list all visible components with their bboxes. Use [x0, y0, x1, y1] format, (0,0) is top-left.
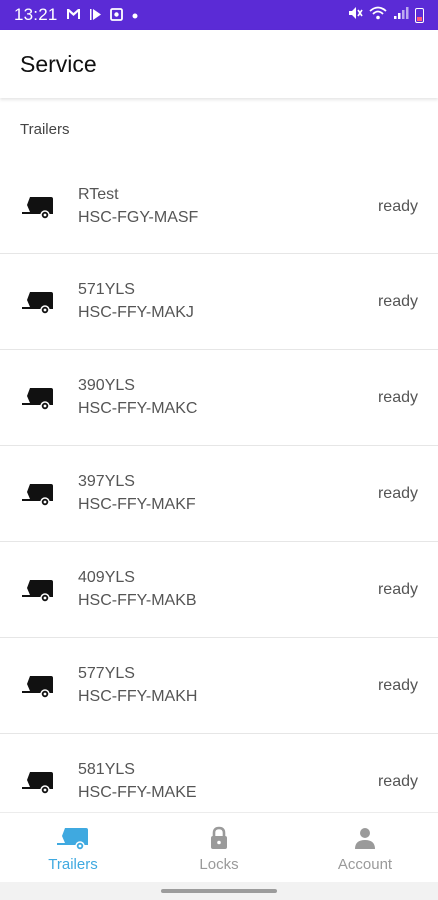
trailer-text: 397YLS HSC-FFY-MAKF — [78, 473, 378, 514]
tab-label: Locks — [199, 856, 239, 873]
trailer-list: RTest HSC-FGY-MASF ready 571YLS HSC-FFY-… — [0, 160, 438, 812]
trailer-icon — [20, 575, 56, 605]
play-icon — [89, 8, 102, 23]
trailer-status: ready — [377, 484, 418, 502]
photo-icon — [109, 7, 123, 23]
trailer-icon — [20, 671, 56, 701]
tab-locks[interactable]: Locks — [146, 813, 292, 882]
person-icon — [354, 825, 376, 851]
app-bar: Service — [0, 30, 438, 98]
trailer-status: ready — [377, 388, 418, 406]
trailer-name: 397YLS — [78, 473, 135, 490]
trailer-name: 409YLS — [78, 569, 135, 586]
trailer-code: HSC-FFY-MAKF — [78, 496, 196, 513]
wifi-icon — [369, 5, 387, 25]
trailer-icon — [20, 767, 56, 797]
trailer-code: HSC-FFY-MAKB — [78, 592, 197, 609]
trailer-row[interactable]: 397YLS HSC-FFY-MAKF ready — [0, 446, 438, 542]
tab-label: Account — [337, 856, 393, 873]
bottom-navigation: Trailers Locks Account — [0, 812, 438, 882]
trailer-status: ready — [377, 580, 418, 598]
trailer-name: RTest — [78, 186, 119, 203]
tab-trailers[interactable]: Trailers — [0, 813, 146, 882]
trailer-status: ready — [377, 772, 418, 790]
home-gesture-bar[interactable] — [161, 889, 277, 893]
trailer-row[interactable]: 409YLS HSC-FFY-MAKB ready — [0, 542, 438, 638]
trailer-row[interactable]: 577YLS HSC-FFY-MAKH ready — [0, 638, 438, 734]
system-navigation-bar — [0, 882, 438, 900]
page-title: Service — [20, 50, 97, 77]
mail-icon — [66, 8, 81, 22]
trailer-name: 571YLS — [78, 281, 135, 298]
status-bar: 13:21 — [0, 0, 438, 30]
battery-icon — [415, 7, 424, 23]
trailer-icon — [20, 192, 56, 222]
trailer-text: 409YLS HSC-FFY-MAKB — [78, 569, 378, 610]
status-time: 13:21 — [14, 5, 58, 24]
trailer-text: 577YLS HSC-FFY-MAKH — [78, 665, 378, 706]
mute-icon — [347, 5, 363, 25]
trailer-text: 581YLS HSC-FFY-MAKE — [78, 761, 378, 802]
lock-icon — [209, 825, 229, 851]
trailer-status: ready — [377, 197, 418, 215]
trailer-icon — [56, 825, 90, 851]
trailer-name: 577YLS — [78, 665, 135, 682]
trailer-code: HSC-FFY-MAKJ — [78, 304, 194, 321]
trailer-icon — [20, 479, 56, 509]
tab-account[interactable]: Account — [292, 813, 438, 882]
trailer-name: 390YLS — [78, 377, 135, 394]
trailer-code: HSC-FFY-MAKE — [78, 784, 197, 801]
tab-label: Trailers — [48, 856, 98, 873]
main-content[interactable]: Trailers RTest HSC-FGY-MASF ready 571YLS… — [0, 98, 438, 812]
trailer-name: 581YLS — [78, 761, 135, 778]
trailer-row[interactable]: 390YLS HSC-FFY-MAKC ready — [0, 350, 438, 446]
trailer-row[interactable]: 581YLS HSC-FFY-MAKE ready — [0, 734, 438, 812]
trailer-row[interactable]: RTest HSC-FGY-MASF ready — [0, 160, 438, 254]
trailer-text: RTest HSC-FGY-MASF — [78, 186, 378, 227]
trailer-icon — [20, 287, 56, 317]
trailer-icon — [20, 383, 56, 413]
trailer-code: HSC-FFY-MAKC — [78, 400, 198, 417]
trailer-row[interactable]: 571YLS HSC-FFY-MAKJ ready — [0, 254, 438, 350]
trailer-status: ready — [377, 676, 418, 694]
section-label: Trailers — [20, 121, 70, 138]
trailer-text: 390YLS HSC-FFY-MAKC — [78, 377, 378, 418]
signal-icon — [393, 5, 409, 25]
trailer-status: ready — [377, 292, 418, 310]
dot-icon — [131, 8, 139, 22]
trailer-text: 571YLS HSC-FFY-MAKJ — [78, 281, 378, 322]
trailer-code: HSC-FFY-MAKH — [78, 688, 198, 705]
trailer-code: HSC-FGY-MASF — [78, 209, 199, 226]
